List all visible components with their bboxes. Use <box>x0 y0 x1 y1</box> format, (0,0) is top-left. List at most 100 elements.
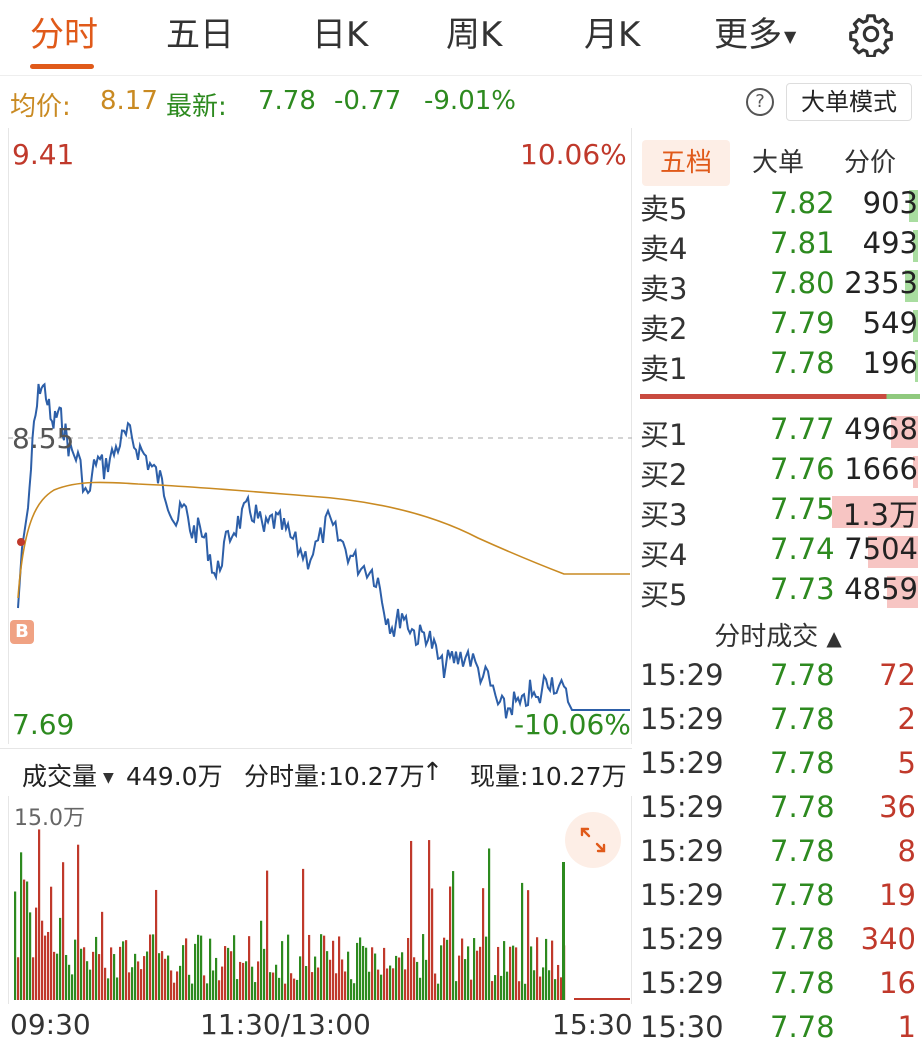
trade-row: 15:29 7.78 36 <box>634 790 922 834</box>
volume-bar <box>35 907 38 1000</box>
tab-price-distribution[interactable]: 分价 <box>830 140 910 186</box>
volume-bar <box>206 983 209 1000</box>
volume-bar <box>278 977 281 1000</box>
intraday-price-chart[interactable] <box>8 128 632 744</box>
ask-level-row[interactable]: 卖1 7.78 196 <box>634 346 922 386</box>
ask-level-row[interactable]: 卖3 7.80 2353 <box>634 266 922 306</box>
tab-big-orders[interactable]: 大单 <box>738 140 818 186</box>
volume-bar <box>257 961 260 1000</box>
trade-row: 15:29 7.78 2 <box>634 702 922 746</box>
tab-five-levels[interactable]: 五档 <box>642 140 730 186</box>
volume-bar <box>341 959 344 1000</box>
bid-volume: 1.3万 <box>842 498 918 532</box>
volume-bar <box>299 956 302 1000</box>
latest-price-label: 最新: <box>166 92 227 122</box>
bid-level-row[interactable]: 买4 7.74 7504 <box>634 532 922 572</box>
volume-bar <box>338 936 341 1000</box>
volume-bar <box>68 964 71 1000</box>
volume-bar <box>365 947 368 1000</box>
bid-level-row[interactable]: 买2 7.76 1666 <box>634 452 922 492</box>
tab-monthly-k[interactable]: 月K <box>584 12 640 62</box>
volume-bar <box>284 983 287 1000</box>
ask-level-row[interactable]: 卖4 7.81 493 <box>634 226 922 266</box>
volume-bar <box>263 948 266 1000</box>
volume-bar <box>95 936 98 1000</box>
volume-bar <box>122 941 125 1000</box>
volume-bar <box>143 956 146 1000</box>
ask-level-row[interactable]: 卖5 7.82 903 <box>634 186 922 226</box>
bid-level-row[interactable]: 买5 7.73 4859 <box>634 572 922 612</box>
volume-bar <box>548 970 551 1000</box>
volume-bar <box>239 961 242 1000</box>
volume-bar <box>146 951 149 1000</box>
volume-bar <box>308 934 311 1000</box>
big-order-mode-button[interactable]: 大单模式 <box>786 83 912 121</box>
volume-bar <box>134 953 137 1000</box>
volume-bar <box>125 940 128 1000</box>
volume-bar <box>491 981 494 1000</box>
volume-bar <box>170 970 173 1000</box>
volume-bar <box>347 951 350 1000</box>
trade-volume: 72 <box>879 658 916 692</box>
tab-daily-k[interactable]: 日K <box>312 12 368 62</box>
volume-bar <box>281 941 284 1000</box>
volume-bar <box>23 879 26 1000</box>
tab-more[interactable]: 更多 ▼ <box>714 12 796 62</box>
volume-bar <box>62 862 65 1000</box>
volume-bar <box>434 973 437 1000</box>
volume-dropdown[interactable]: 成交量 ▼ <box>22 757 114 793</box>
minute-volume-label: 分时量: <box>244 762 328 791</box>
volume-bar <box>191 983 194 1000</box>
volume-bar <box>29 912 32 1000</box>
trade-row: 15:29 7.78 72 <box>634 658 922 702</box>
trade-volume: 36 <box>879 790 916 824</box>
trade-price: 7.78 <box>770 834 835 868</box>
volume-bar <box>494 975 497 1000</box>
bid-level-label: 买4 <box>640 538 688 572</box>
trade-time: 15:29 <box>640 922 724 956</box>
bid-level-row[interactable]: 买3 7.75 1.3万 <box>634 492 922 532</box>
trade-time: 15:29 <box>640 658 724 692</box>
volume-bar <box>395 955 398 1000</box>
volume-bar <box>200 935 203 1000</box>
volume-bar <box>416 961 419 1000</box>
volume-bar <box>44 935 47 1000</box>
current-volume-value: 10.27万 <box>530 762 627 791</box>
tab-intraday[interactable]: 分时 <box>30 12 98 62</box>
volume-bar <box>71 974 74 1000</box>
volume-bar <box>356 942 359 1000</box>
volume-bar <box>410 840 413 1000</box>
volume-bar <box>431 888 434 1000</box>
volume-bar <box>107 978 110 1000</box>
volume-bar <box>227 947 230 1000</box>
volume-bar <box>74 939 77 1000</box>
volume-bar <box>461 938 464 1000</box>
expand-chart-button[interactable] <box>565 812 621 868</box>
ask-level-label: 卖1 <box>640 352 688 386</box>
tab-five-day[interactable]: 五日 <box>166 12 234 62</box>
bid-level-label: 买5 <box>640 578 688 612</box>
volume-bar <box>398 957 401 1000</box>
volume-bar <box>80 948 83 1000</box>
gear-icon[interactable] <box>848 11 894 57</box>
volume-bar <box>497 946 500 1000</box>
volume-bar <box>401 952 404 1000</box>
bid-price: 7.74 <box>770 532 835 566</box>
trade-volume: 19 <box>879 878 916 912</box>
ask-volume: 493 <box>862 226 918 260</box>
volume-bar <box>437 983 440 1000</box>
volume-bar <box>47 931 50 1000</box>
tab-weekly-k[interactable]: 周K <box>446 12 502 62</box>
bid-level-row[interactable]: 买1 7.77 4968 <box>634 412 922 452</box>
buy-marker-badge[interactable]: B <box>10 620 34 644</box>
volume-bar <box>464 959 467 1000</box>
trades-title[interactable]: 分时成交 ▲ <box>634 616 922 653</box>
ask-level-row[interactable]: 卖2 7.79 549 <box>634 306 922 346</box>
trade-row: 15:30 7.78 1 <box>634 1010 922 1040</box>
volume-bar <box>368 971 371 1000</box>
volume-chart[interactable] <box>8 796 632 1004</box>
help-icon[interactable]: ? <box>746 88 774 116</box>
volume-bar <box>473 938 476 1000</box>
volume-bar <box>116 977 119 1000</box>
volume-bar <box>317 967 320 1000</box>
